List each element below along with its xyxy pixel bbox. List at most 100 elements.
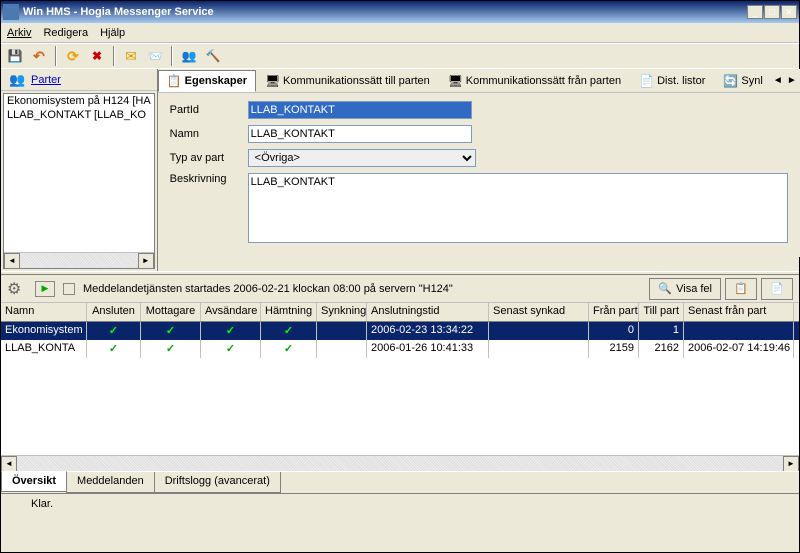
col-anslutningstid[interactable]: Anslutningstid (367, 303, 489, 321)
minimize-button[interactable]: _ (747, 5, 763, 19)
tab-egenskaper[interactable]: Egenskaper (158, 70, 256, 92)
cell (87, 322, 141, 340)
partid-label: PartId (170, 104, 248, 116)
gears-icon (7, 279, 27, 299)
cell (317, 340, 367, 358)
tab-oversikt[interactable]: Översikt (1, 471, 67, 492)
check-icon (284, 325, 293, 337)
mail-icon[interactable] (121, 46, 141, 66)
dist-icon (639, 74, 653, 88)
col-fran-part[interactable]: Från part (589, 303, 639, 321)
tab-label: Kommunikationssätt till parten (283, 75, 430, 87)
doc-button[interactable] (761, 278, 793, 300)
cell: 0 (589, 322, 639, 340)
check-icon (109, 343, 118, 355)
grid-header: Namn Ansluten Mottagare Avsändare Hämtni… (1, 303, 799, 322)
scroll-right-icon[interactable]: ► (138, 253, 154, 269)
col-namn[interactable]: Namn (1, 303, 87, 321)
cell: 1 (639, 322, 684, 340)
right-pane: Egenskaper Kommunikationssätt till parte… (158, 69, 800, 271)
col-avsandare[interactable]: Avsändare (201, 303, 261, 321)
scrollbar-horizontal[interactable]: ◄ ► (4, 252, 154, 268)
tab-komm-fran[interactable]: Kommunikationssätt från parten (439, 70, 630, 92)
save-icon[interactable] (5, 46, 25, 66)
table-row[interactable]: LLAB_KONTA2006-01-26 10:41:3321592162200… (1, 340, 799, 358)
col-synkning[interactable]: Synkning (317, 303, 367, 321)
cell: 2159 (589, 340, 639, 358)
mail-out-icon[interactable] (145, 46, 165, 66)
parter-tab[interactable]: Parter (1, 69, 157, 91)
tab-komm-till[interactable]: Kommunikationssätt till parten (256, 70, 439, 92)
col-senast-fran-part[interactable]: Senast från part (684, 303, 794, 321)
tab-label: Dist. listor (657, 75, 705, 87)
maximize-button[interactable]: □ (764, 5, 780, 19)
col-ansluten[interactable]: Ansluten (87, 303, 141, 321)
cell (684, 322, 794, 340)
namn-label: Namn (170, 128, 248, 140)
namn-field[interactable] (248, 125, 472, 143)
play-button[interactable] (35, 281, 55, 297)
visa-fel-button[interactable]: Visa fel (649, 278, 721, 300)
scroll-left-icon[interactable]: ◄ (4, 253, 20, 269)
separator (171, 46, 173, 66)
col-till-part[interactable]: Till part (639, 303, 684, 321)
partid-field[interactable] (248, 101, 472, 119)
check-icon (284, 343, 293, 355)
col-senast-synkad[interactable]: Senast synkad (489, 303, 589, 321)
menubar: Arkiv Redigera Hjälp (1, 23, 799, 43)
scroll-right-icon[interactable]: ► (783, 456, 799, 472)
scroll-track[interactable] (20, 253, 138, 268)
toolbar (1, 43, 799, 69)
menu-arkiv[interactable]: Arkiv (7, 27, 31, 39)
tab-nav-left-icon[interactable]: ◄ (772, 75, 784, 87)
statusbar: Klar. (1, 493, 799, 513)
check-icon (109, 325, 118, 337)
tab-driftslogg[interactable]: Driftslogg (avancerat) (154, 472, 281, 493)
refresh-icon[interactable] (63, 46, 83, 66)
undo-icon[interactable] (29, 46, 49, 66)
table-row[interactable]: Ekonomisystem2006-02-23 13:34:2201 (1, 322, 799, 340)
tab-nav-right-icon[interactable]: ► (786, 75, 798, 87)
beskrivning-field[interactable]: LLAB_KONTAKT (248, 173, 788, 243)
tab-synk[interactable]: Synl (714, 70, 771, 92)
cell (489, 322, 589, 340)
cell (87, 340, 141, 358)
cell: 2162 (639, 340, 684, 358)
menu-redigera[interactable]: Redigera (43, 27, 88, 39)
check-icon (166, 343, 175, 355)
titlebar: Win HMS - Hogia Messenger Service _ □ ✕ (1, 1, 799, 23)
stop-button[interactable] (63, 283, 75, 295)
tools-icon[interactable] (203, 46, 223, 66)
clipboard-button[interactable] (725, 278, 757, 300)
cell: 2006-01-26 10:41:33 (367, 340, 489, 358)
people-icon[interactable] (179, 46, 199, 66)
document-icon (770, 282, 784, 296)
delete-icon[interactable] (87, 46, 107, 66)
cell: 2006-02-07 14:19:46 (684, 340, 794, 358)
scroll-left-icon[interactable]: ◄ (1, 456, 17, 472)
menu-hjalp[interactable]: Hjälp (100, 27, 125, 39)
parter-list[interactable]: Ekonomisystem på H124 [HA LLAB_KONTAKT [… (3, 93, 155, 269)
cell (489, 340, 589, 358)
list-item[interactable]: LLAB_KONTAKT [LLAB_KO (4, 108, 154, 122)
col-hamtning[interactable]: Hämtning (261, 303, 317, 321)
comm-icon (265, 74, 279, 88)
list-item[interactable]: Ekonomisystem på H124 [HA (4, 94, 154, 108)
status-text: Klar. (31, 498, 53, 510)
status-grid[interactable]: Namn Ansluten Mottagare Avsändare Hämtni… (1, 303, 799, 455)
close-button[interactable]: ✕ (781, 5, 797, 19)
check-icon (226, 325, 235, 337)
tab-dist[interactable]: Dist. listor (630, 70, 714, 92)
window-title: Win HMS - Hogia Messenger Service (23, 6, 747, 18)
grid-scrollbar[interactable]: ◄ ► (1, 455, 799, 471)
comm-icon (448, 74, 462, 88)
tab-label: Kommunikationssätt från parten (466, 75, 621, 87)
typ-label: Typ av part (170, 152, 248, 164)
parter-label[interactable]: Parter (31, 74, 61, 86)
scroll-track[interactable] (17, 456, 783, 471)
typ-select[interactable]: <Övriga> (248, 149, 476, 167)
check-icon (226, 343, 235, 355)
col-mottagare[interactable]: Mottagare (141, 303, 201, 321)
cell (201, 322, 261, 340)
tab-meddelanden[interactable]: Meddelanden (66, 472, 155, 493)
